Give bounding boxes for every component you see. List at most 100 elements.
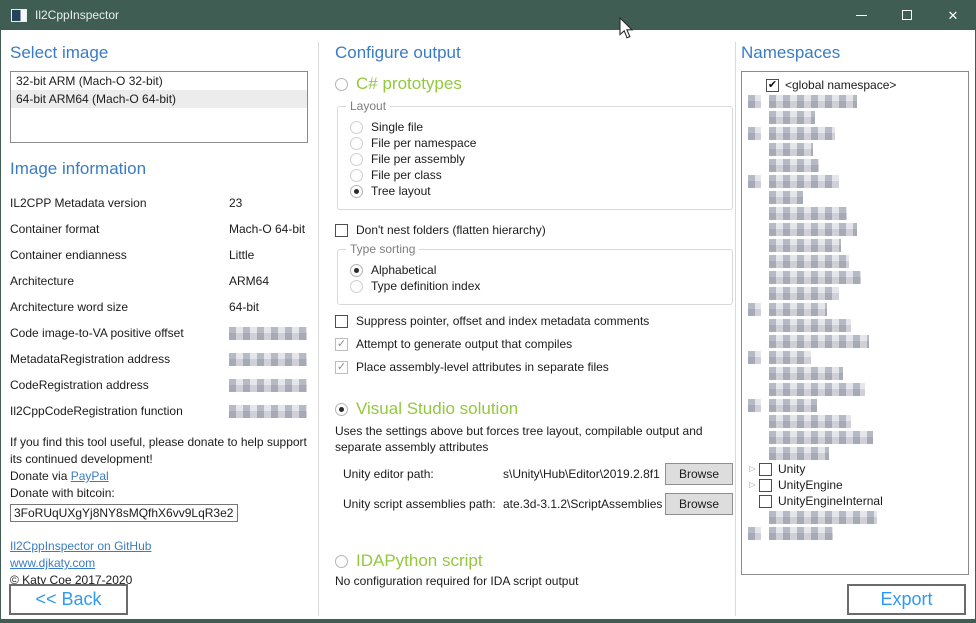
donate-text: If you find this tool useful, please don…	[10, 434, 308, 468]
namespace-checkbox[interactable]	[759, 463, 772, 476]
radio-option[interactable]: Tree layout	[350, 183, 722, 199]
links-block: Il2CppInspector on GitHub www.djkaty.com…	[10, 538, 308, 589]
close-button[interactable]: ✕	[930, 0, 976, 30]
radio-option[interactable]: File per namespace	[350, 135, 722, 151]
browse-editor-button[interactable]: Browse	[665, 463, 733, 485]
redacted-text	[769, 271, 861, 284]
radio-option[interactable]: File per assembly	[350, 151, 722, 167]
namespace-item-redacted[interactable]	[742, 253, 968, 269]
namespace-item-redacted[interactable]	[742, 429, 968, 445]
info-row: IL2CPP Metadata version23	[10, 190, 308, 216]
info-label: CodeRegistration address	[10, 378, 229, 392]
info-row: Code image-to-VA positive offset	[10, 320, 308, 346]
namespace-item-redacted[interactable]	[742, 285, 968, 301]
radio-option[interactable]: Type definition index	[350, 278, 722, 294]
visual-studio-radio[interactable]: Visual Studio solution	[335, 399, 733, 419]
image-list-item[interactable]: 64-bit ARM64 (Mach-O 64-bit)	[11, 90, 307, 108]
namespace-label: UnityEngineInternal	[778, 494, 883, 508]
namespace-item-redacted[interactable]	[742, 333, 968, 349]
namespace-item-redacted[interactable]	[742, 397, 968, 413]
radio-option[interactable]: File per class	[350, 167, 722, 183]
radio-option-label: File per class	[371, 168, 442, 182]
bitcoin-address-input[interactable]	[10, 504, 238, 522]
main-content: Select image 32-bit ARM (Mach-O 32-bit)6…	[1, 30, 975, 619]
namespaces-listbox[interactable]: ✔<global namespace> ▷Unity▷UnityEngineUni…	[741, 71, 969, 575]
expander-icon[interactable]: ▷	[746, 465, 759, 473]
radio-option-label: File per assembly	[371, 152, 465, 166]
namespace-item-redacted[interactable]	[742, 301, 968, 317]
namespace-item-redacted[interactable]	[742, 349, 968, 365]
browse-script-button[interactable]: Browse	[665, 493, 733, 515]
namespace-item-redacted[interactable]	[742, 509, 968, 525]
namespace-checkbox[interactable]: ✔	[766, 79, 779, 92]
image-list-item[interactable]: 32-bit ARM (Mach-O 32-bit)	[11, 72, 307, 90]
expander-icon[interactable]: ▷	[746, 481, 759, 489]
info-label: Architecture	[10, 274, 229, 288]
namespace-checkbox[interactable]	[759, 495, 772, 508]
radio-icon	[350, 185, 363, 198]
redacted-checkbox	[748, 351, 761, 364]
redacted-checkbox	[748, 303, 761, 316]
image-listbox[interactable]: 32-bit ARM (Mach-O 32-bit)64-bit ARM64 (…	[10, 71, 308, 143]
csharp-prototypes-radio[interactable]: C# prototypes	[335, 74, 733, 94]
namespace-item-redacted[interactable]	[742, 141, 968, 157]
checkbox-icon: ✓	[335, 338, 348, 351]
namespace-item-redacted[interactable]	[742, 525, 968, 541]
flatten-checkbox[interactable]: Don't nest folders (flatten hierarchy)	[335, 223, 733, 237]
info-row: CodeRegistration address	[10, 372, 308, 398]
namespace-item-redacted[interactable]	[742, 381, 968, 397]
redacted-text	[769, 335, 869, 348]
minimize-button[interactable]	[838, 0, 884, 30]
info-value: ARM64	[229, 274, 269, 288]
radio-icon	[350, 121, 363, 134]
paypal-link[interactable]: PayPal	[71, 469, 109, 483]
info-row: Container endiannessLittle	[10, 242, 308, 268]
namespace-item-redacted[interactable]	[742, 157, 968, 173]
namespace-item-redacted[interactable]	[742, 125, 968, 141]
option-checkbox[interactable]: ✓Place assembly-level attributes in sepa…	[335, 360, 733, 374]
radio-icon	[350, 137, 363, 150]
namespace-checkbox[interactable]	[759, 479, 772, 492]
namespace-item-redacted[interactable]	[742, 189, 968, 205]
website-link[interactable]: www.djkaty.com	[10, 555, 95, 572]
namespace-item-redacted[interactable]	[742, 221, 968, 237]
namespace-item-redacted[interactable]	[742, 445, 968, 461]
redacted-text	[769, 351, 811, 364]
select-image-heading: Select image	[10, 43, 308, 63]
redacted-text	[769, 191, 803, 204]
info-label: Container format	[10, 222, 229, 236]
checkbox-icon: ✓	[335, 361, 348, 374]
github-link[interactable]: Il2CppInspector on GitHub	[10, 538, 151, 555]
radio-option[interactable]: Single file	[350, 119, 722, 135]
namespace-item-redacted[interactable]	[742, 109, 968, 125]
namespace-item-redacted[interactable]	[742, 237, 968, 253]
option-checkbox[interactable]: ✓Attempt to generate output that compile…	[335, 337, 733, 351]
radio-option[interactable]: Alphabetical	[350, 262, 722, 278]
namespace-item-redacted[interactable]	[742, 317, 968, 333]
layout-groupbox: Layout Single fileFile per namespaceFile…	[337, 106, 733, 210]
redacted-text	[769, 95, 857, 108]
info-value-redacted	[229, 405, 307, 418]
namespace-item-redacted[interactable]	[742, 269, 968, 285]
export-button[interactable]: Export	[847, 584, 966, 615]
namespace-item[interactable]: ✔<global namespace>	[742, 77, 968, 93]
back-button[interactable]: << Back	[9, 584, 128, 615]
output-option-checkboxes: Suppress pointer, offset and index metad…	[335, 314, 733, 374]
redacted-checkbox	[748, 175, 761, 188]
redacted-text	[769, 255, 849, 268]
configure-output-panel: Configure output C# prototypes Layout Si…	[335, 43, 733, 588]
namespace-item[interactable]: UnityEngineInternal	[742, 493, 968, 509]
namespace-item[interactable]: ▷UnityEngine	[742, 477, 968, 493]
redacted-text	[769, 367, 843, 380]
namespace-item-redacted[interactable]	[742, 173, 968, 189]
namespace-item-redacted[interactable]	[742, 205, 968, 221]
namespace-item-redacted[interactable]	[742, 413, 968, 429]
namespace-item-redacted[interactable]	[742, 93, 968, 109]
namespace-item[interactable]: ▷Unity	[742, 461, 968, 477]
namespace-item-redacted[interactable]	[742, 365, 968, 381]
option-checkbox[interactable]: Suppress pointer, offset and index metad…	[335, 314, 733, 328]
maximize-button[interactable]	[884, 0, 930, 30]
redacted-checkbox	[748, 399, 761, 412]
info-value: Little	[229, 248, 254, 262]
idapython-radio[interactable]: IDAPython script	[335, 551, 733, 571]
